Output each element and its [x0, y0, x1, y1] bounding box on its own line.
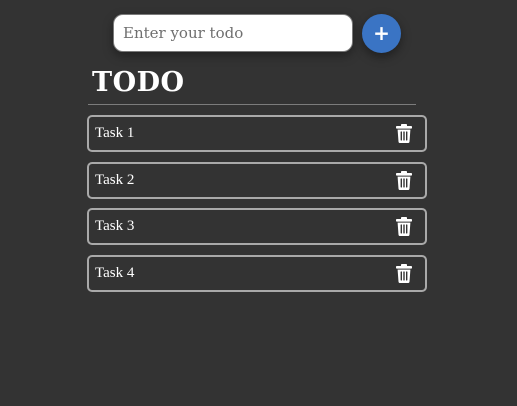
todo-item[interactable]: Task 3 — [87, 208, 427, 245]
todo-input[interactable] — [113, 14, 353, 52]
trash-icon — [396, 263, 412, 283]
todo-item-label: Task 1 — [95, 125, 135, 141]
todo-item[interactable]: Task 4 — [87, 254, 427, 292]
delete-task-button[interactable] — [396, 170, 412, 190]
title-divider — [88, 104, 416, 105]
delete-task-button[interactable] — [396, 263, 412, 283]
trash-icon — [396, 217, 412, 236]
todo-list: Task 1 Task 2 Task 3 Task 4 — [87, 115, 427, 301]
trash-icon — [396, 170, 412, 190]
todo-item[interactable]: Task 2 — [87, 161, 427, 199]
todo-item[interactable]: Task 1 — [87, 115, 427, 152]
page-title: TODO — [92, 67, 185, 98]
trash-icon — [396, 124, 412, 143]
add-todo-button[interactable]: + — [362, 14, 401, 53]
todo-item-label: Task 3 — [95, 218, 135, 234]
todo-item-label: Task 4 — [95, 264, 135, 281]
todo-item-label: Task 2 — [95, 171, 135, 188]
delete-task-button[interactable] — [396, 124, 412, 143]
delete-task-button[interactable] — [396, 217, 412, 236]
